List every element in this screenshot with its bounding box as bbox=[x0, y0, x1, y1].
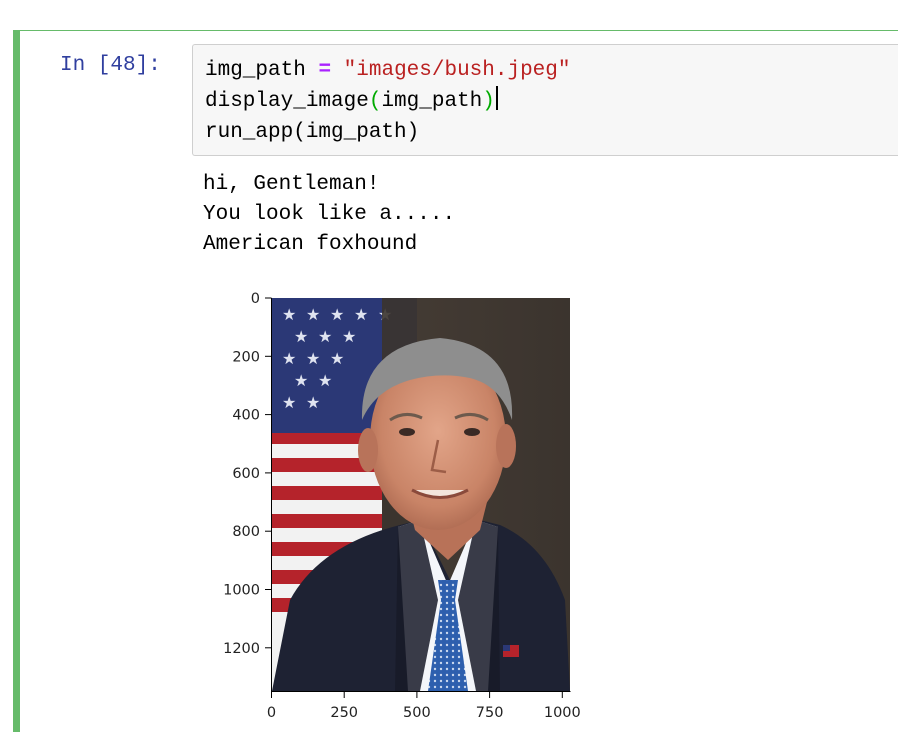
y-tick-label: 400 bbox=[232, 408, 260, 424]
photo-image: ★★★★★ ★★★ ★★★ ★★ ★★ bbox=[272, 298, 570, 691]
svg-text:★: ★ bbox=[318, 327, 332, 346]
x-axis: 0 250 500 750 1000 bbox=[267, 691, 581, 721]
svg-text:★: ★ bbox=[282, 393, 296, 412]
svg-text:★: ★ bbox=[330, 305, 344, 324]
svg-text:★: ★ bbox=[282, 349, 296, 368]
svg-text:★: ★ bbox=[294, 327, 308, 346]
x-tick-label: 500 bbox=[403, 705, 431, 721]
y-tick-label: 1200 bbox=[223, 641, 260, 657]
svg-text:★: ★ bbox=[306, 393, 320, 412]
svg-text:★: ★ bbox=[342, 327, 356, 346]
svg-text:★: ★ bbox=[354, 305, 368, 324]
svg-text:★: ★ bbox=[294, 371, 308, 390]
svg-text:★: ★ bbox=[282, 305, 296, 324]
svg-text:★: ★ bbox=[318, 371, 332, 390]
y-axis: 0 200 400 600 800 1000 1200 bbox=[223, 291, 272, 657]
svg-text:★: ★ bbox=[306, 305, 320, 324]
svg-text:★: ★ bbox=[306, 349, 320, 368]
y-tick-label: 800 bbox=[232, 524, 260, 540]
x-tick-label: 250 bbox=[330, 705, 358, 721]
y-tick-label: 1000 bbox=[223, 583, 260, 599]
y-tick-label: 200 bbox=[232, 349, 260, 365]
y-tick-label: 600 bbox=[232, 466, 260, 482]
x-tick-label: 0 bbox=[267, 705, 276, 721]
image-plot-output: ★★★★★ ★★★ ★★★ ★★ ★★ bbox=[223, 291, 581, 721]
x-tick-label: 750 bbox=[476, 705, 504, 721]
svg-text:★: ★ bbox=[330, 349, 344, 368]
y-tick-label: 0 bbox=[251, 291, 260, 307]
x-tick-label: 1000 bbox=[544, 705, 581, 721]
